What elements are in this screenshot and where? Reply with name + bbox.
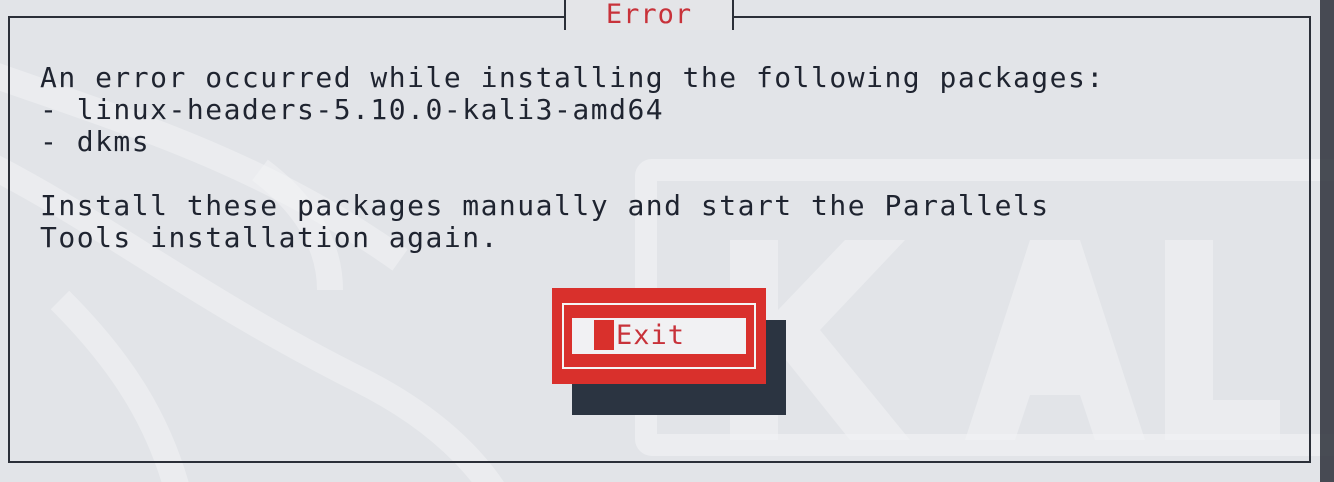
dialog-title: Error xyxy=(564,0,734,30)
text-cursor xyxy=(594,320,614,350)
error-dialog: Error An error occurred while installing… xyxy=(0,0,1334,482)
package-item-dkms: - dkms xyxy=(40,125,151,158)
error-message-line: An error occurred while installing the f… xyxy=(40,61,1105,94)
package-item-linux-headers: - linux-headers-5.10.0-kali3-amd64 xyxy=(40,93,665,126)
window-edge xyxy=(1320,0,1334,482)
instruction-line-1: Install these packages manually and star… xyxy=(40,189,1050,222)
instruction-line-2: Tools installation again. xyxy=(40,221,499,254)
